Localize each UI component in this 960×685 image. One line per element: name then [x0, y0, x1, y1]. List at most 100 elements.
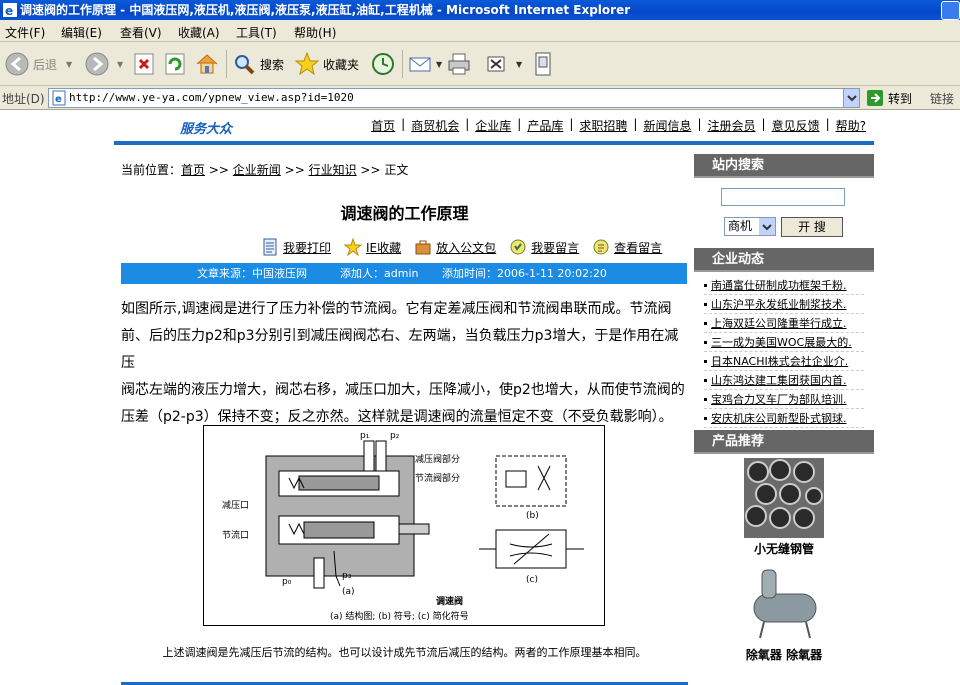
edit-dropdown-icon[interactable]: ▼ [516, 60, 522, 69]
address-input[interactable]: e http://www.ye-ya.com/ypnew_view.asp?id… [48, 88, 860, 108]
breadcrumb-company-news[interactable]: 企业新闻 [233, 163, 281, 177]
mail-icon [409, 57, 431, 72]
address-url: http://www.ye-ya.com/ypnew_view.asp?id=1… [69, 91, 354, 104]
forward-dropdown-icon[interactable]: ▼ [117, 60, 123, 69]
news-item-label: 南通富仕研制成功框架千粉. [711, 279, 847, 292]
search-category-select[interactable]: 商机 [724, 217, 776, 236]
view-comments-action[interactable]: 查看留言 [592, 237, 662, 257]
article-info-bar: 文章来源：中国液压网 添加人：admin 添加时间：2006-1-11 20:0… [121, 263, 687, 284]
toolbar: 后退 ▼ ▼ 搜索 收藏夹 ▼ ▼ [0, 42, 960, 86]
mail-dropdown-icon[interactable]: ▼ [436, 60, 442, 69]
back-label: 后退 [33, 57, 58, 72]
favorite-action[interactable]: IE收藏 [344, 237, 401, 257]
article-actions: 我要打印 IE收藏 放入公文包 我要留言 查看留言 [261, 237, 675, 257]
menu-edit[interactable]: 编辑(E) [61, 24, 102, 41]
home-icon [196, 54, 218, 74]
label-reducing-port: 减压口 [222, 499, 249, 511]
nav-trade[interactable]: 商贸机会 [405, 117, 465, 134]
label-throttle-section: 节流阀部分 [415, 472, 460, 484]
nav-jobs[interactable]: 求职招聘 [573, 117, 633, 134]
label-p1: p₁ [360, 431, 370, 441]
nav-help[interactable]: 帮助? [830, 117, 872, 134]
product-card[interactable]: 除氧器 除氧器 [694, 562, 874, 662]
edit-button[interactable]: ▼ [483, 49, 522, 79]
news-item-label: 山东鸿达建工集团获国内首. [711, 374, 847, 387]
nav-news[interactable]: 新闻信息 [637, 117, 697, 134]
menu-view[interactable]: 查看(V) [120, 24, 162, 41]
breadcrumb-prefix: 当前位置： [121, 163, 182, 177]
mail-button[interactable]: ▼ [407, 49, 442, 79]
label-p0: p₀ [282, 577, 292, 587]
comment-action[interactable]: 我要留言 [509, 237, 579, 257]
news-item[interactable]: 上海双廷公司隆重举行成立. [704, 314, 864, 333]
stop-icon [134, 53, 154, 75]
label-a: (a) [342, 587, 355, 597]
breadcrumb-home[interactable]: 首页 [181, 163, 205, 177]
product-card[interactable]: 小无缝钢管 [694, 454, 874, 562]
nav-register[interactable]: 注册会员 [702, 117, 762, 134]
search-button[interactable]: 搜索 [231, 49, 284, 79]
news-item[interactable]: 安庆机床公司新型卧式钢球. [704, 409, 864, 428]
article-line: 如图所示,调速阀是进行了压力补偿的节流阀。它有定差减压阀和节流阀串联而成。节流阀 [121, 301, 672, 317]
news-item[interactable]: 山东鸿达建工集团获国内首. [704, 371, 864, 390]
back-dropdown-icon[interactable]: ▼ [66, 60, 72, 69]
links-label[interactable]: 链接 [930, 90, 954, 107]
svg-text:e: e [5, 4, 13, 18]
product-name: 小无缝钢管 [753, 542, 814, 556]
favorites-button[interactable]: 收藏夹 [294, 49, 359, 79]
home-button[interactable] [194, 49, 220, 79]
news-item[interactable]: 南通富仕研制成功框架千粉. [704, 276, 864, 295]
menu-file[interactable]: 文件(F) [5, 24, 45, 41]
article-title: 调速阀的工作原理 [340, 204, 469, 223]
go-button[interactable]: 转到 [866, 89, 912, 107]
forward-button[interactable]: ▼ [84, 49, 123, 79]
print-action[interactable]: 我要打印 [261, 237, 331, 257]
window-titlebar: e 调速阀的工作原理 - 中国液压网,液压机,液压阀,液压泵,液压缸,油缸,工程… [0, 0, 960, 20]
site-search-button[interactable]: 开 搜 [781, 217, 843, 237]
news-item[interactable]: 三一成为美国WOC展最大的. [704, 333, 864, 352]
chevron-down-icon [847, 95, 857, 102]
menu-help[interactable]: 帮助(H) [294, 24, 336, 41]
comment-action-label: 我要留言 [531, 240, 580, 255]
address-dropdown[interactable] [843, 89, 859, 107]
briefcase-action[interactable]: 放入公文包 [414, 237, 496, 257]
label-p3: p₃ [342, 571, 352, 581]
print-action-label: 我要打印 [283, 240, 332, 255]
breadcrumb-separator: >> [208, 163, 229, 177]
news-item[interactable]: 日本NACHI株式会社企业介. [704, 352, 864, 371]
search-category-value: 商机 [728, 219, 753, 233]
window-title: 调速阀的工作原理 - 中国液压网,液压机,液压阀,液压泵,液压缸,油缸,工程机械… [20, 3, 631, 17]
minimize-button[interactable] [941, 1, 960, 20]
bullet-icon [704, 283, 707, 287]
messenger-button[interactable] [530, 49, 556, 79]
go-arrow-icon [867, 90, 883, 106]
site-brand: 服务大众 [180, 122, 233, 137]
products-heading: 产品推荐 [694, 430, 874, 454]
site-search-input[interactable] [721, 188, 845, 206]
favorite-action-label: IE收藏 [366, 240, 402, 255]
stop-button[interactable] [131, 49, 157, 79]
print-button[interactable] [446, 49, 472, 79]
news-item[interactable]: 山东沪平永发纸业制浆技术. [704, 295, 864, 314]
comment-icon [510, 239, 526, 255]
toolbar-separator [226, 50, 227, 78]
breadcrumb-industry[interactable]: 行业知识 [309, 163, 357, 177]
article-line: 阀芯左端的液压力增大，阀芯右移，减压口加大，压降减小，使p2也增大，从而使节流阀… [121, 382, 685, 398]
history-button[interactable] [370, 49, 396, 79]
refresh-button[interactable] [162, 49, 188, 79]
menu-tools[interactable]: 工具(T) [236, 24, 277, 41]
nav-products[interactable]: 产品库 [521, 117, 569, 134]
valve-diagram-drawing: p₁ p₂ 减压阀部分 节流阀部分 减压口 节流口 p₀ p₃ (a) (b) … [222, 431, 584, 622]
back-button[interactable]: 后退 ▼ [4, 49, 72, 79]
page-viewport: 服务大众 首页 | 商贸机会 | 企业库 | 产品库 | 求职招聘 | 新闻信息 | 注册会… [0, 110, 960, 685]
product-name: 除氧器 除氧器 [745, 648, 823, 662]
news-item[interactable]: 宝鸡合力叉车厂为部队培训. [704, 390, 864, 409]
nav-feedback[interactable]: 意见反馈 [766, 117, 826, 134]
menubar: 文件(F) 编辑(E) 查看(V) 收藏(A) 工具(T) 帮助(H) [0, 20, 960, 42]
menu-favorites[interactable]: 收藏(A) [178, 24, 220, 41]
news-item-label: 安庆机床公司新型卧式钢球. [711, 412, 847, 425]
nav-companies[interactable]: 企业库 [469, 117, 517, 134]
star-icon [344, 238, 363, 256]
label-p2: p₂ [390, 431, 400, 441]
nav-home[interactable]: 首页 [365, 117, 401, 134]
